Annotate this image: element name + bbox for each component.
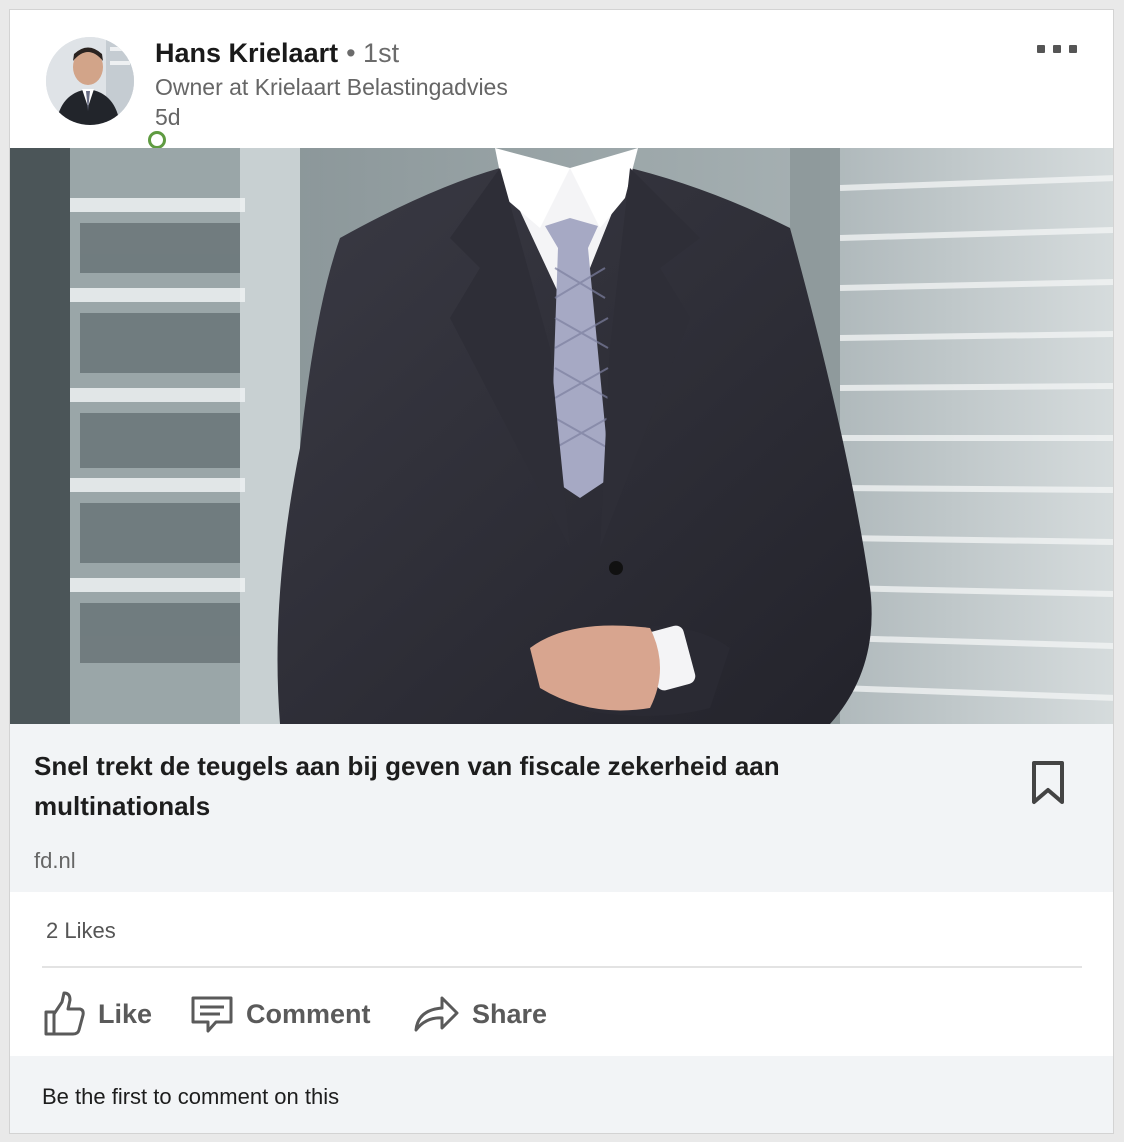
author-headline: Owner at Krielaart Belastingadvies bbox=[155, 74, 508, 100]
social-actions-bar: Like Comment Share bbox=[10, 988, 1113, 1052]
thumbs-up-icon bbox=[44, 991, 85, 1036]
article-image[interactable] bbox=[10, 148, 1113, 724]
author-name-line: Hans Krielaart • 1st bbox=[155, 38, 399, 69]
comment-label: Comment bbox=[246, 998, 371, 1029]
more-options-button[interactable] bbox=[1037, 40, 1083, 60]
ellipsis-icon bbox=[1053, 45, 1061, 53]
share-arrow-icon bbox=[414, 996, 459, 1032]
article-title[interactable]: Snel trekt de teugels aan bij geven van … bbox=[34, 746, 924, 826]
bookmark-icon bbox=[1032, 761, 1064, 804]
like-label: Like bbox=[98, 998, 153, 1029]
author-name[interactable]: Hans Krielaart bbox=[155, 38, 338, 68]
connection-degree: • 1st bbox=[346, 38, 400, 68]
author-avatar[interactable] bbox=[46, 37, 170, 153]
ellipsis-icon bbox=[1037, 45, 1045, 53]
likes-count[interactable]: 2 Likes bbox=[46, 918, 116, 944]
comment-prompt[interactable]: Be the first to comment on this bbox=[42, 1084, 339, 1110]
share-label: Share bbox=[472, 998, 548, 1029]
article-source: fd.nl bbox=[34, 848, 76, 873]
social-divider bbox=[42, 966, 1082, 968]
like-button[interactable]: Like bbox=[42, 988, 152, 1040]
save-article-button[interactable] bbox=[1031, 760, 1065, 806]
avatar-image bbox=[46, 37, 134, 125]
post-header: Hans Krielaart • 1st Owner at Krielaart B… bbox=[10, 10, 1113, 153]
post-timestamp: 5d bbox=[155, 104, 181, 130]
feed-post-card: Hans Krielaart • 1st Owner at Krielaart B… bbox=[9, 9, 1114, 1134]
comment-box[interactable]: Be the first to comment on this bbox=[10, 1056, 1113, 1133]
share-button[interactable]: Share bbox=[412, 988, 547, 1040]
comment-icon bbox=[191, 996, 233, 1033]
article-link-preview[interactable]: Snel trekt de teugels aan bij geven van … bbox=[10, 724, 1113, 892]
comment-button[interactable]: Comment bbox=[190, 988, 371, 1040]
ellipsis-icon bbox=[1069, 45, 1077, 53]
